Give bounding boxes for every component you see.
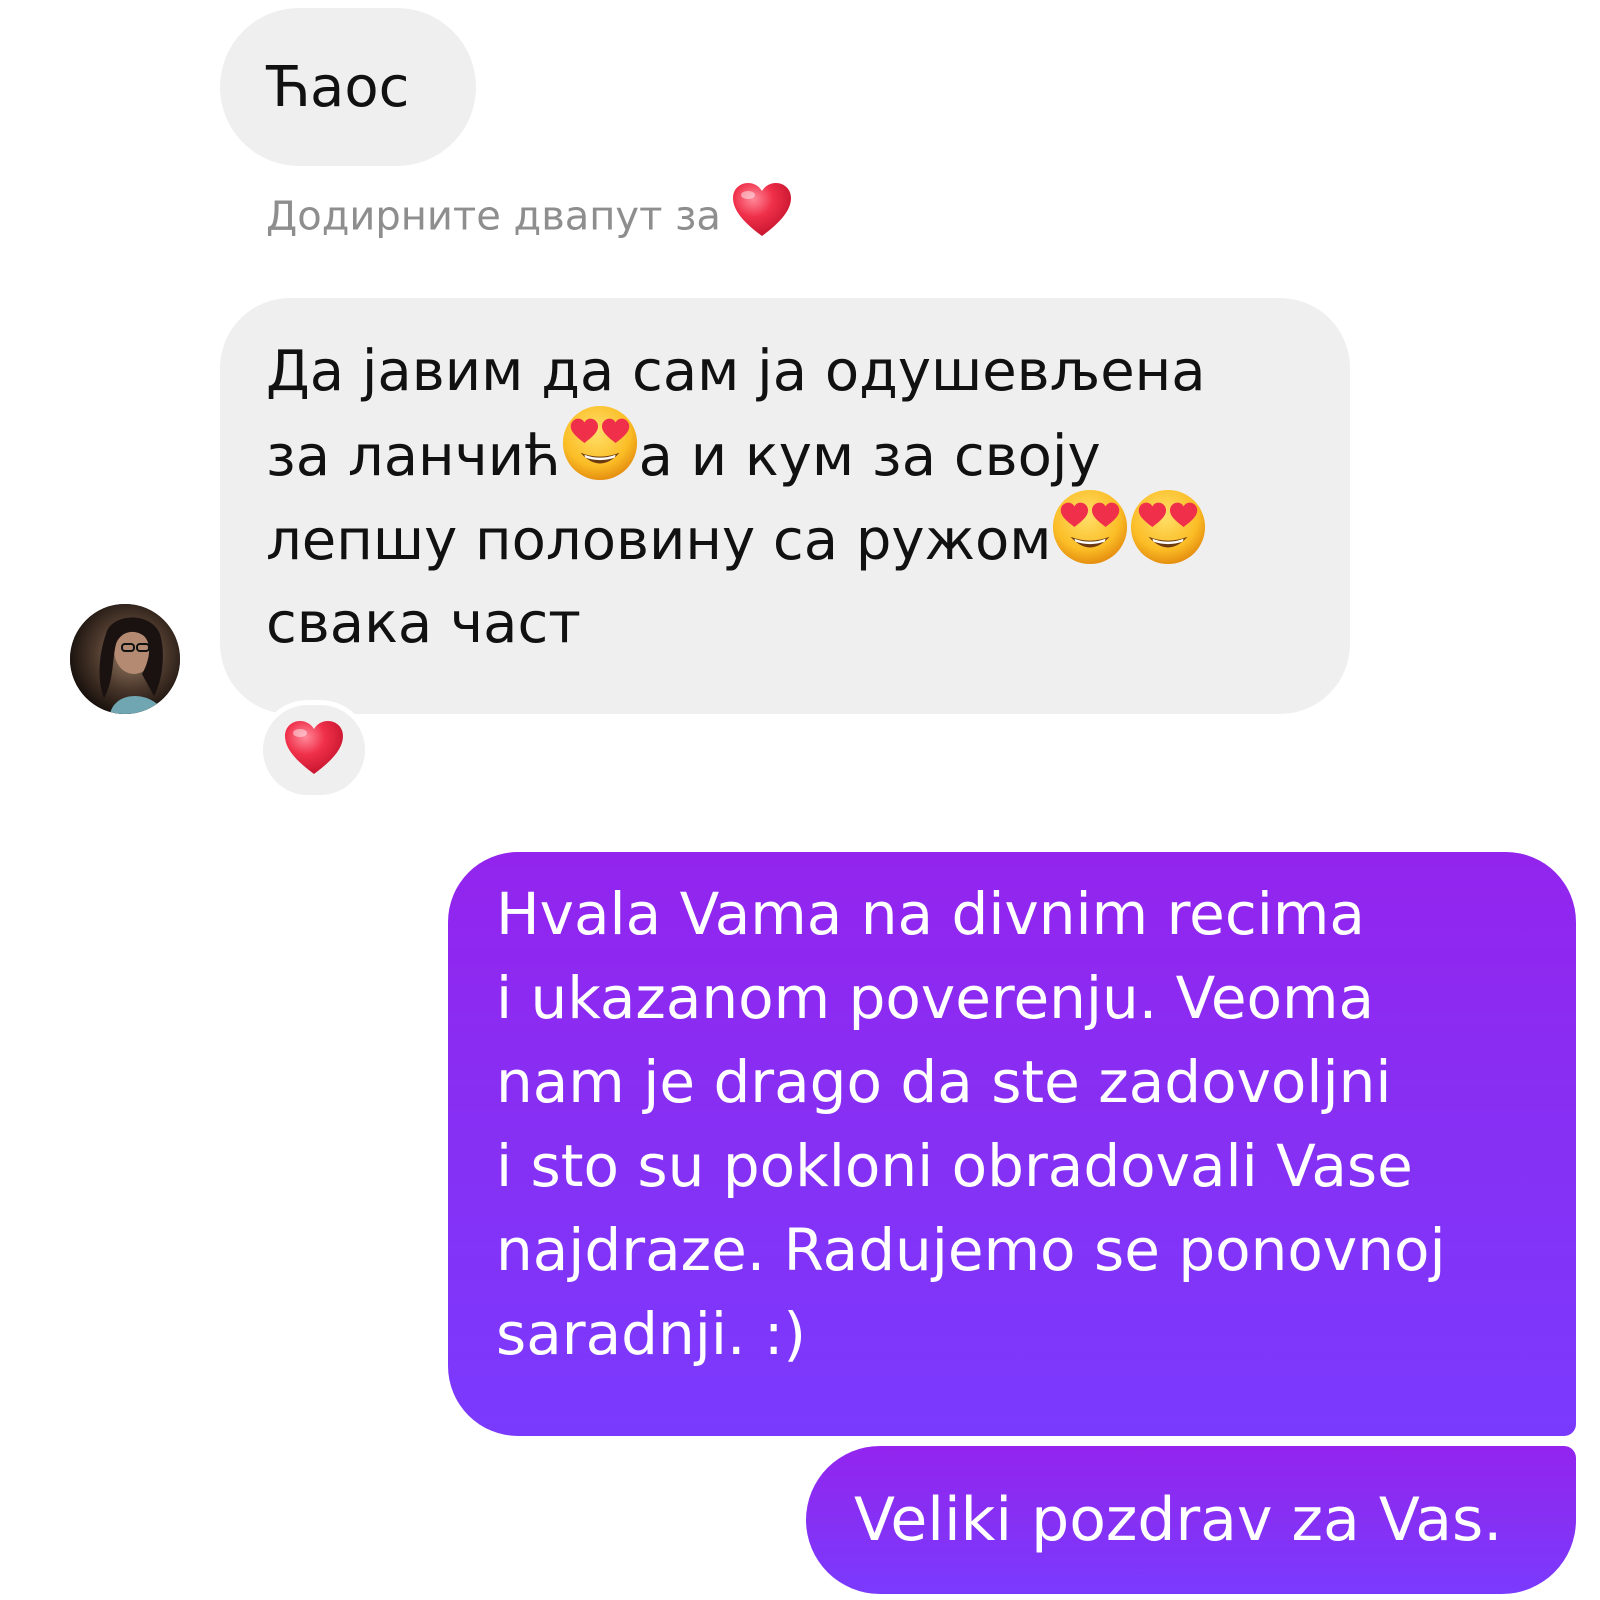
- heart-eyes-emoji: [1129, 488, 1207, 590]
- heart-eyes-emoji: [561, 404, 639, 506]
- double-tap-hint: Додирните двапут за: [266, 183, 793, 249]
- avatar-photo: [70, 604, 180, 714]
- reply-line-4: i sto su pokloni obradovali Vase: [496, 1132, 1413, 1200]
- message-line-4: свака част: [266, 591, 581, 656]
- heart-eyes-emoji: [1051, 488, 1129, 590]
- greeting-text: Veliki pozdrav za Vas.: [854, 1485, 1503, 1555]
- heart-icon: [731, 182, 793, 249]
- message-line-3-text: лепшу половину са ружом: [266, 508, 1052, 574]
- reply-line-2: i ukazanom poverenju. Veoma: [496, 964, 1375, 1032]
- outgoing-message-bubble[interactable]: Hvala Vama na divnim recima i ukazanom p…: [448, 852, 1576, 1436]
- reply-line-3: nam je drago da ste zadovoljni: [496, 1048, 1392, 1116]
- message-line-1: Да јавим да сам ја одушевљена: [266, 339, 1206, 404]
- message-line-3: лепшу половину са ружом: [266, 489, 1207, 582]
- reply-line-5: najdraze. Radujemo se ponovnoj: [496, 1216, 1446, 1284]
- message-line-2: за ланчић а и кум за своју: [266, 405, 1101, 498]
- heart-icon: [283, 720, 345, 780]
- reply-line-1: Hvala Vama na divnim recima: [496, 880, 1365, 948]
- reply-line-6: saradnji. :): [496, 1300, 806, 1368]
- reaction-heart[interactable]: [258, 700, 370, 800]
- message-line-2b: а и кум за своју: [638, 424, 1101, 490]
- message-text: Ћаос: [266, 55, 410, 120]
- incoming-message-bubble[interactable]: Ћаос: [220, 8, 476, 166]
- hint-text: Додирните двапут за: [266, 193, 721, 240]
- message-line-2a: за ланчић: [266, 424, 561, 490]
- incoming-message-bubble-long[interactable]: Да јавим да сам ја одушевљена за ланчић а…: [220, 298, 1350, 714]
- outgoing-message-bubble-greeting[interactable]: Veliki pozdrav za Vas.: [806, 1446, 1576, 1594]
- avatar[interactable]: [70, 604, 180, 714]
